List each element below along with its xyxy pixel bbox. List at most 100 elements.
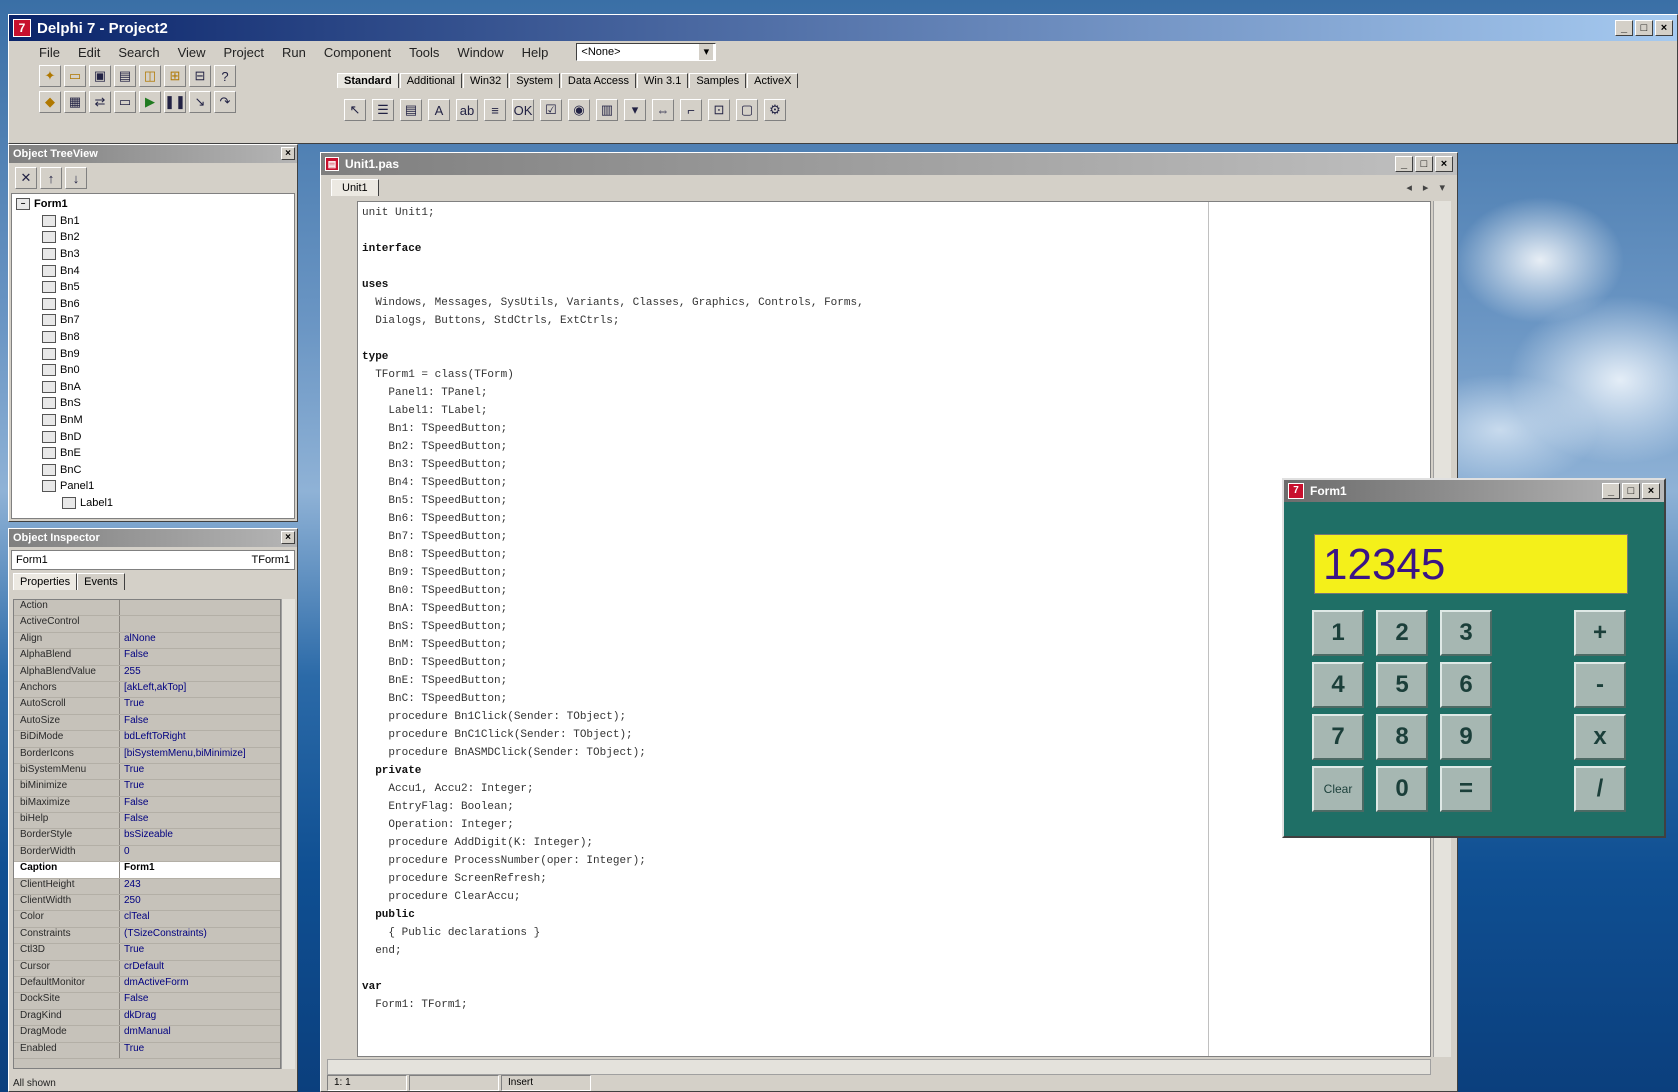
property-row[interactable]: AutoSize False [14, 714, 280, 732]
inspector-title[interactable]: Object Inspector × [9, 529, 297, 547]
inspector-scrollbar[interactable] [281, 599, 295, 1069]
menu-help[interactable]: Help [522, 45, 549, 60]
tree-item-sub[interactable]: Label1 [16, 495, 290, 512]
menu-run[interactable]: Run [282, 45, 306, 60]
palette-tab-standard[interactable]: Standard [337, 73, 399, 88]
property-value[interactable]: [biSystemMenu,biMinimize] [120, 748, 280, 763]
property-value[interactable]: False [120, 649, 280, 664]
ide-titlebar[interactable]: 7 Delphi 7 - Project2 _ □ × [9, 15, 1677, 41]
tree-item[interactable]: Bn6 [16, 296, 290, 313]
key-6[interactable]: 6 [1440, 662, 1492, 708]
property-row[interactable]: Ctl3D True [14, 944, 280, 961]
property-value[interactable] [120, 616, 280, 631]
memo-icon[interactable]: ≡ [484, 99, 506, 121]
property-value[interactable]: 250 [120, 895, 280, 910]
palette-tab-data-access[interactable]: Data Access [560, 73, 637, 88]
close-icon[interactable]: × [281, 531, 295, 544]
treeview-title[interactable]: Object TreeView × [9, 145, 297, 163]
property-value[interactable]: 255 [120, 666, 280, 681]
property-value[interactable]: clTeal [120, 911, 280, 926]
tree-item[interactable]: Bn7 [16, 312, 290, 329]
save-icon[interactable]: ▣ [89, 65, 111, 87]
property-row[interactable]: DragMode dmManual [14, 1026, 280, 1043]
property-value[interactable]: False [120, 813, 280, 828]
property-value[interactable]: False [120, 797, 280, 812]
property-value[interactable]: [akLeft,akTop] [120, 682, 280, 697]
tree-item[interactable]: Bn3 [16, 246, 290, 263]
tree-item[interactable]: Bn4 [16, 262, 290, 279]
help-icon[interactable]: ? [214, 65, 236, 87]
panel-icon[interactable]: ▢ [736, 99, 758, 121]
scrollbar-icon[interactable]: ⇔ [652, 99, 674, 121]
editor-minimize-button[interactable]: _ [1395, 156, 1413, 172]
tree-item[interactable]: Bn2 [16, 229, 290, 246]
property-row[interactable]: BorderIcons [biSystemMenu,biMinimize] [14, 747, 280, 764]
key-4[interactable]: 4 [1312, 662, 1364, 708]
property-row[interactable]: biMaximize False [14, 796, 280, 814]
property-value[interactable]: 0 [120, 846, 280, 861]
groupbox-icon[interactable]: ⌐ [680, 99, 702, 121]
tree-item[interactable]: BnM [16, 412, 290, 429]
tab-events[interactable]: Events [77, 573, 125, 590]
tree-down-icon[interactable]: ↓ [65, 167, 87, 189]
step-over-icon[interactable]: ↷ [214, 91, 236, 113]
property-row[interactable]: BorderWidth 0 [14, 845, 280, 863]
tree-item[interactable]: BnE [16, 445, 290, 462]
property-value[interactable]: True [120, 944, 280, 959]
tab-properties[interactable]: Properties [13, 573, 78, 590]
property-row[interactable]: Enabled True [14, 1042, 280, 1059]
tree-item[interactable]: Bn8 [16, 329, 290, 346]
tree-item[interactable]: BnD [16, 428, 290, 445]
inspector-object-combo[interactable]: Form1 TForm1 [11, 550, 295, 570]
property-value[interactable]: bdLeftToRight [120, 731, 280, 746]
tree-item[interactable]: BnS [16, 395, 290, 412]
calc-titlebar[interactable]: 7 Form1 _ □ × [1284, 480, 1664, 502]
maximize-button[interactable]: □ [1635, 20, 1653, 36]
popupmenu-icon[interactable]: ▤ [400, 99, 422, 121]
key-7[interactable]: 7 [1312, 714, 1364, 760]
tree-item[interactable]: Bn0 [16, 362, 290, 379]
button-icon[interactable]: OK [512, 99, 534, 121]
property-value[interactable]: True [120, 1043, 280, 1058]
add-file-icon[interactable]: ⊞ [164, 65, 186, 87]
menu-window[interactable]: Window [457, 45, 503, 60]
key-0[interactable]: 0 [1376, 766, 1428, 812]
key-multiply[interactable]: x [1574, 714, 1626, 760]
property-value[interactable]: False [120, 715, 280, 730]
property-row[interactable]: biHelp False [14, 813, 280, 830]
new-form-icon[interactable]: ▭ [114, 91, 136, 113]
tree-item[interactable]: BnA [16, 379, 290, 396]
property-value[interactable]: (TSizeConstraints) [120, 928, 280, 943]
save-all-icon[interactable]: ▤ [114, 65, 136, 87]
toggle-form-unit-icon[interactable]: ⇄ [89, 91, 111, 113]
property-row[interactable]: AlphaBlend False [14, 649, 280, 666]
calc-close-button[interactable]: × [1642, 483, 1660, 499]
combobox-icon[interactable]: ▾ [624, 99, 646, 121]
key-clear[interactable]: Clear [1312, 766, 1364, 812]
actionlist-icon[interactable]: ⚙ [764, 99, 786, 121]
view-form-icon[interactable]: ▦ [64, 91, 86, 113]
palette-tab-win32[interactable]: Win32 [463, 73, 509, 88]
property-value[interactable]: dmActiveForm [120, 977, 280, 992]
desktop-layout-combo[interactable]: <None> [576, 43, 717, 61]
radiobutton-icon[interactable]: ◉ [568, 99, 590, 121]
tree-item[interactable]: Bn9 [16, 345, 290, 362]
calc-minimize-button[interactable]: _ [1602, 483, 1620, 499]
treeview-list[interactable]: − Form1 Bn1 Bn2 Bn3 Bn4 Bn5 Bn6 Bn7 Bn8 Bn9 Bn0 BnA B… [11, 193, 295, 519]
property-value[interactable]: crDefault [120, 961, 280, 976]
editor-nav-arrows[interactable]: ◂ ▸ ▾ [1406, 181, 1449, 194]
palette-tab-system[interactable]: System [509, 73, 560, 88]
tree-delete-icon[interactable]: ✕ [15, 167, 37, 189]
property-row[interactable]: DragKind dkDrag [14, 1009, 280, 1027]
key-8[interactable]: 8 [1376, 714, 1428, 760]
key-2[interactable]: 2 [1376, 610, 1428, 656]
key-1[interactable]: 1 [1312, 610, 1364, 656]
editor-maximize-button[interactable]: □ [1415, 156, 1433, 172]
property-row[interactable]: ActiveControl [14, 616, 280, 633]
palette-tab-activex[interactable]: ActiveX [747, 73, 799, 88]
menu-project[interactable]: Project [224, 45, 264, 60]
menu-component[interactable]: Component [324, 45, 391, 60]
property-row[interactable]: Color clTeal [14, 911, 280, 928]
key-9[interactable]: 9 [1440, 714, 1492, 760]
property-value[interactable]: 243 [120, 879, 280, 894]
